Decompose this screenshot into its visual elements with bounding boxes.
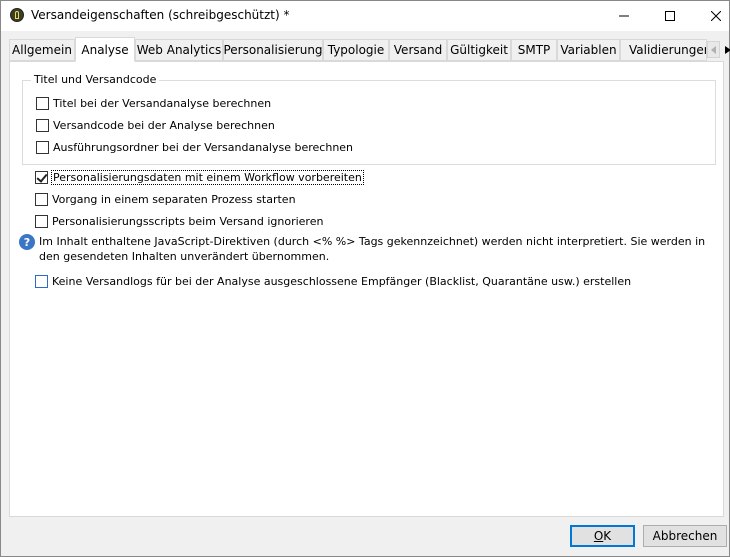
cancel-button[interactable]: Abbrechen [643,525,727,547]
ausfuehrungsordner-checkbox-row[interactable]: Ausführungsordner bei der Versandanalyse… [36,139,353,155]
personalisierungsdaten-label: Personalisierungsdaten mit einem Workflo… [51,169,364,185]
scripts-ignorieren-checkbox[interactable] [35,214,48,228]
separater-prozess-checkbox-row[interactable]: Vorgang in einem separaten Prozess start… [35,191,296,207]
close-icon [711,11,721,21]
personalisierungsdaten-checkbox-row[interactable]: Personalisierungsdaten mit einem Workflo… [35,169,364,185]
separater-prozess-checkbox[interactable] [35,192,48,206]
titel-versandcode-group: Titel und Versandcode Titel bei der Vers… [22,73,716,165]
blacklist-label: Keine Versandlogs für bei der Analyse au… [52,274,632,288]
blacklist-checkbox-row[interactable]: Keine Versandlogs für bei der Analyse au… [35,273,631,289]
tab-smtp[interactable]: SMTP [511,39,557,61]
scripts-ignorieren-checkbox-row[interactable]: Personalisierungsscripts beim Versand ig… [35,213,323,229]
ausfuehrungsordner-checkbox[interactable] [36,140,49,154]
ok-button-label: OK [593,529,612,543]
ausfuehrungsordner-label: Ausführungsordner bei der Versandanalyse… [53,140,354,154]
titel-berechnen-checkbox[interactable] [36,96,49,110]
personalisierungsdaten-checkbox[interactable] [35,170,48,184]
app-icon [10,8,24,22]
title-bar[interactable]: Versandeigenschaften (schreibgeschützt) … [1,1,729,31]
tab-strip: Allgemein Analyse Web Analytics Personal… [9,37,730,62]
close-button[interactable] [693,1,730,31]
maximize-button[interactable] [647,1,693,31]
question-icon: ? [19,234,35,250]
chevron-left-icon [710,45,716,54]
tab-typologie[interactable]: Typologie [323,39,389,61]
dialog-window: Versandeigenschaften (schreibgeschützt) … [0,0,730,557]
blacklist-checkbox[interactable] [35,274,48,288]
titel-berechnen-label: Titel bei der Versandanalyse berechnen [53,96,272,110]
analyse-panel: Titel und Versandcode Titel bei der Vers… [9,61,724,517]
versandcode-berechnen-checkbox[interactable] [36,118,49,132]
chevron-right-icon [724,45,730,54]
group-legend: Titel und Versandcode [31,73,160,86]
separater-prozess-label: Vorgang in einem separaten Prozess start… [52,192,296,206]
tab-scroll-left-button[interactable] [707,41,720,58]
window-title: Versandeigenschaften (schreibgeschützt) … [31,8,290,22]
versandcode-berechnen-checkbox-row[interactable]: Versandcode bei der Analyse berechnen [36,117,275,133]
maximize-icon [665,11,675,21]
info-text: Im Inhalt enthaltene JavaScript-Direktiv… [39,235,706,263]
tab-validierungen[interactable]: Validierungen [620,39,707,61]
tab-variablen[interactable]: Variablen [557,39,620,61]
tab-analyse[interactable]: Analyse [75,37,135,62]
tab-scroll-right-button[interactable] [721,41,730,58]
minimize-icon [619,15,629,17]
scripts-ignorieren-label: Personalisierungsscripts beim Versand ig… [52,214,324,228]
minimize-button[interactable] [601,1,647,31]
versandcode-berechnen-label: Versandcode bei der Analyse berechnen [53,118,275,132]
info-message: ? Im Inhalt enthaltene JavaScript-Direkt… [19,234,719,264]
tab-web-analytics[interactable]: Web Analytics [135,39,223,61]
tab-allgemein[interactable]: Allgemein [9,39,75,61]
tab-personalisierung[interactable]: Personalisierung [223,39,323,61]
titel-berechnen-checkbox-row[interactable]: Titel bei der Versandanalyse berechnen [36,95,271,111]
tab-versand[interactable]: Versand [389,39,447,61]
tab-gueltigkeit[interactable]: Gültigkeit [447,39,511,61]
ok-button[interactable]: OK [570,525,635,547]
cancel-button-label: Abbrechen [652,529,718,543]
